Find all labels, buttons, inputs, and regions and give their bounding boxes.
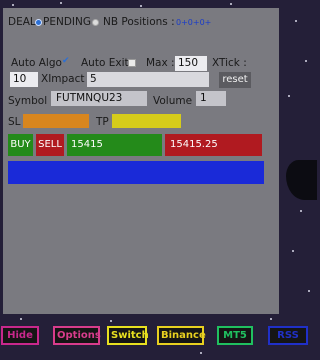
- tp-input[interactable]: [112, 114, 181, 128]
- tp-label: TP: [96, 116, 109, 128]
- pending-label: PENDING: [43, 16, 91, 28]
- auto-algo-checkbox[interactable]: ✔: [62, 57, 70, 66]
- deal-label: DEAL: [8, 16, 36, 28]
- volume-label: Volume: [153, 95, 193, 107]
- symbol-label: Symbol: [8, 95, 48, 107]
- reset-button[interactable]: reset: [219, 72, 251, 88]
- xtick-input[interactable]: 10: [10, 72, 38, 87]
- status-bar: [8, 161, 264, 184]
- trading-panel: DEAL PENDING NB Positions : 0+0+0+ Auto …: [3, 8, 279, 314]
- xtick-label: XTick :: [212, 57, 247, 69]
- volume-input[interactable]: 1: [196, 91, 226, 106]
- ximpact-label: XImpact :: [41, 73, 92, 85]
- ask-price: 15415.25: [165, 134, 262, 156]
- deal-radio[interactable]: [35, 19, 42, 26]
- rss-button[interactable]: RSS: [268, 326, 308, 345]
- options-button[interactable]: Options: [53, 326, 101, 345]
- sl-input[interactable]: [23, 114, 89, 128]
- binance-button[interactable]: Binance: [157, 326, 206, 345]
- ximpact-input[interactable]: 5: [87, 72, 209, 87]
- auto-exit-label: Auto Exit: [81, 57, 129, 69]
- max-input[interactable]: 150: [175, 56, 207, 71]
- switch-button[interactable]: Switch: [107, 326, 149, 345]
- buy-button[interactable]: BUY: [8, 134, 33, 156]
- sell-button[interactable]: SELL: [36, 134, 64, 156]
- hide-button[interactable]: Hide: [1, 326, 39, 345]
- auto-exit-checkbox[interactable]: [128, 59, 136, 67]
- sl-label: SL: [8, 116, 21, 128]
- auto-algo-label: Auto Algo: [11, 57, 62, 69]
- mt5-button[interactable]: MT5: [217, 326, 253, 345]
- max-label: Max :: [146, 57, 175, 69]
- nb-positions-value: 0+0+0+: [176, 18, 212, 27]
- bid-price: 15415: [67, 134, 162, 156]
- nb-positions-label: NB Positions :: [103, 16, 175, 28]
- symbol-input[interactable]: FUTMNQU23: [51, 91, 147, 106]
- pending-radio[interactable]: [92, 19, 99, 26]
